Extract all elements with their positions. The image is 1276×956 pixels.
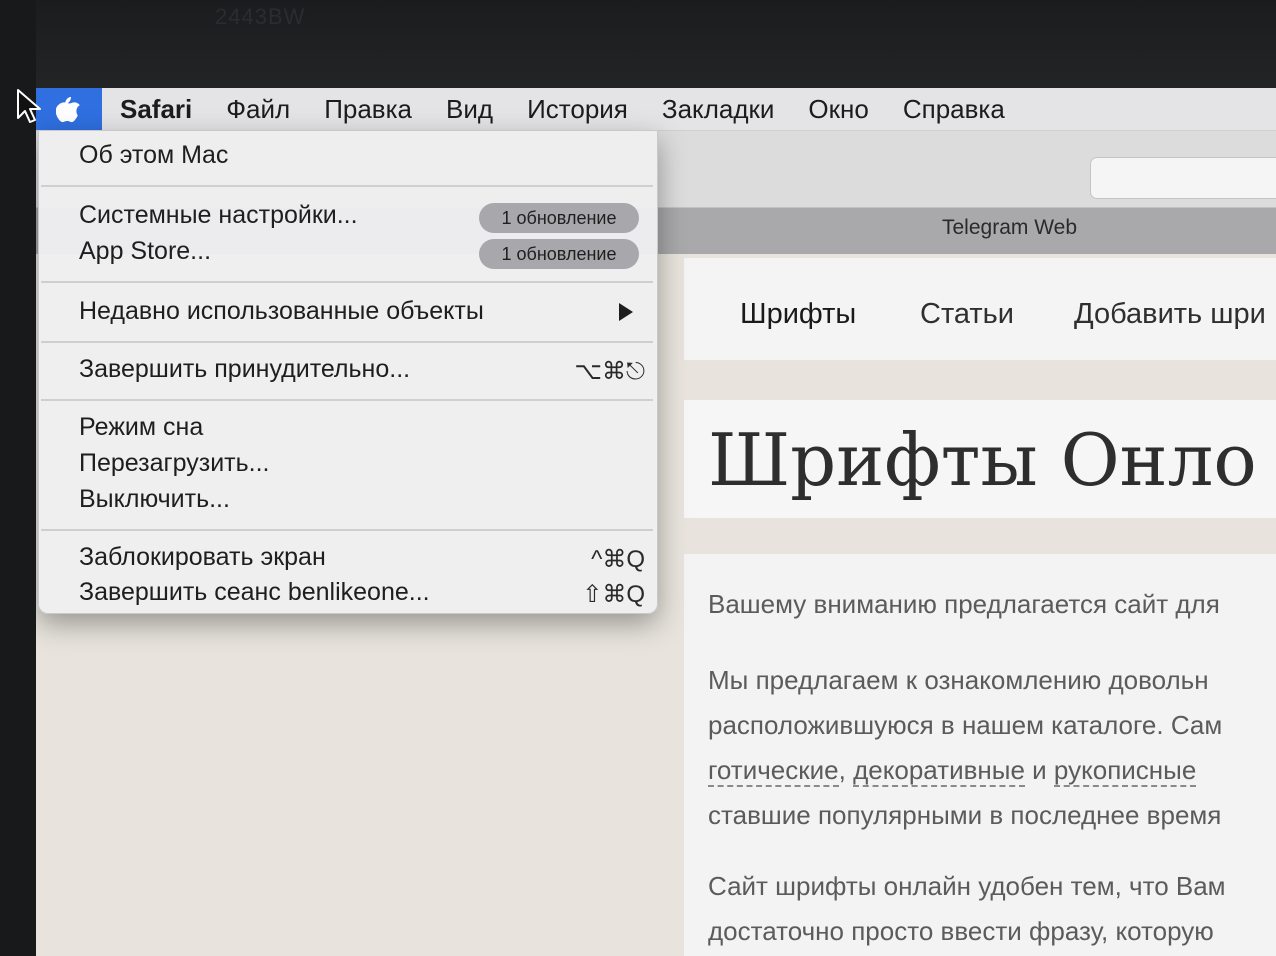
menu-window[interactable]: Окно [808, 94, 868, 125]
monitor-bezel: 2443BW [0, 0, 1276, 88]
menu-item-log-out[interactable]: Завершить сеанс benlikeone... [79, 578, 430, 607]
menu-edit[interactable]: Правка [324, 94, 412, 125]
menu-item-recent-items[interactable]: Недавно использованные объекты [79, 297, 484, 326]
hero: Шрифты Онло [684, 400, 1276, 518]
paragraph-usage-line: достаточно просто ввести фразу, которую [708, 916, 1214, 946]
nav-link-fonts[interactable]: Шрифты [740, 298, 856, 331]
paragraph-intro: Вашему вниманию предлагается сайт для [708, 589, 1220, 619]
menu-separator [41, 529, 653, 531]
menu-file[interactable]: Файл [226, 94, 290, 125]
site-nav: Шрифты Статьи Добавить шри [684, 258, 1276, 360]
menu-item-shut-down[interactable]: Выключить... [79, 485, 230, 514]
page-title: Шрифты Онло [708, 418, 1257, 502]
nav-link-articles[interactable]: Статьи [920, 298, 1014, 331]
shortcut-force-quit: ⌥⌘⎋ [574, 358, 645, 385]
apple-dropdown-menu: Об этом Mac Системные настройки... 1 обн… [38, 130, 658, 614]
apple-logo-icon [56, 96, 80, 123]
nav-link-add-font[interactable]: Добавить шри [1074, 298, 1266, 331]
paragraph-usage-line: Сайт шрифты онлайн удобен тем, что Вам [708, 871, 1226, 901]
link-handwritten[interactable]: рукописные [1053, 755, 1197, 787]
menu-item-force-quit[interactable]: Завершить принудительно... [79, 355, 410, 384]
menu-safari[interactable]: Safari [120, 94, 192, 125]
shortcut-lock-screen: ^⌘Q [591, 546, 645, 573]
menu-separator [41, 399, 653, 401]
link-decorative[interactable]: декоративные [853, 755, 1025, 787]
paragraph-catalog-line: расположившуюся в нашем каталоге. Сам [708, 710, 1223, 740]
menu-separator [41, 341, 653, 343]
update-badge: 1 обновление [479, 203, 639, 233]
paragraph-catalog-line: ставшие популярными в последнее время [708, 800, 1222, 830]
tab-telegram-web[interactable]: Telegram Web [942, 216, 1077, 240]
content: Вашему вниманию предлагается сайт для Мы… [684, 554, 1276, 956]
menu-help[interactable]: Справка [903, 94, 1005, 125]
paragraph-catalog-line: Мы предлагаем к ознакомлению довольн [708, 665, 1209, 695]
menu-history[interactable]: История [527, 94, 628, 125]
menu-bookmarks[interactable]: Закладки [662, 94, 775, 125]
menu-separator [41, 281, 653, 283]
menubar-items: Safari Файл Правка Вид История Закладки … [120, 88, 1005, 130]
separator-text: и [1024, 755, 1054, 785]
paragraph-catalog-links: готические, декоративные и рукописные [708, 748, 1197, 793]
link-gothic[interactable]: готические [708, 755, 839, 787]
menu-item-lock-screen[interactable]: Заблокировать экран [79, 543, 326, 572]
menu-bar: Safari Файл Правка Вид История Закладки … [36, 88, 1276, 131]
menu-separator [41, 185, 653, 187]
menu-item-system-preferences[interactable]: Системные настройки... [79, 201, 358, 230]
monitor-bezel-left [0, 0, 36, 956]
apple-menu-button[interactable] [36, 88, 102, 130]
mouse-cursor-icon [17, 89, 41, 123]
screen: Telegram Web Шрифты Статьи Добавить шри … [36, 88, 1276, 956]
menu-item-app-store[interactable]: App Store... [79, 237, 211, 266]
menu-item-about-mac[interactable]: Об этом Mac [79, 141, 228, 170]
menu-item-sleep[interactable]: Режим сна [79, 413, 203, 442]
menu-item-restart[interactable]: Перезагрузить... [79, 449, 269, 478]
address-bar[interactable] [1090, 157, 1276, 199]
menu-view[interactable]: Вид [446, 94, 493, 125]
monitor-model-label: 2443BW [215, 4, 306, 29]
separator-text: , [838, 755, 854, 785]
shortcut-log-out: ⇧⌘Q [582, 581, 645, 608]
submenu-arrow-icon [619, 303, 633, 321]
update-badge: 1 обновление [479, 239, 639, 269]
